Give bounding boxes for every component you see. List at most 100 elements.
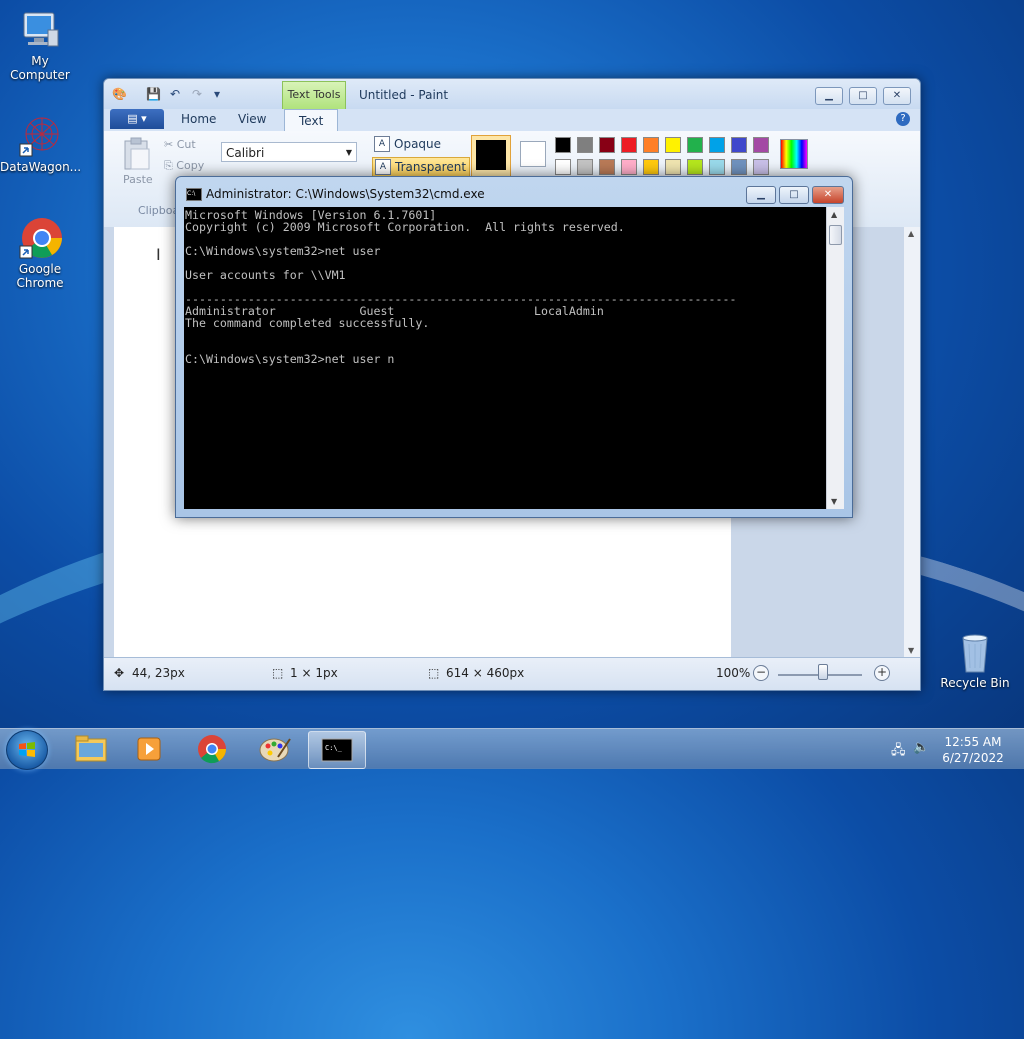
customize-quick-access-icon[interactable]: ▾	[210, 87, 224, 101]
zoom-in-button[interactable]: +	[874, 665, 890, 681]
cmd-app-icon[interactable]: C:\	[186, 188, 202, 201]
undo-icon[interactable]: ↶	[168, 87, 182, 101]
zoom-slider-thumb[interactable]	[818, 664, 828, 680]
color-swatch[interactable]	[621, 137, 637, 153]
scroll-down-icon[interactable]: ▼	[831, 497, 837, 506]
scroll-up-icon[interactable]: ▲	[831, 210, 837, 219]
clock-date: 6/27/2022	[942, 751, 1004, 765]
cmd-minimize-button[interactable]: ▁	[746, 186, 776, 204]
color-swatch[interactable]	[599, 137, 615, 153]
status-bar: ✥ 44, 23px ⬚ 1 × 1px ⬚ 614 × 460px 100% …	[104, 657, 920, 690]
copy-button[interactable]: ⎘ Copy	[164, 159, 204, 173]
minimize-button[interactable]: ▁	[815, 87, 843, 105]
console-output[interactable]: Microsoft Windows [Version 6.1.7601] Cop…	[184, 207, 826, 509]
network-icon[interactable]: 🖧	[891, 741, 906, 763]
taskbar-media-player[interactable]	[122, 731, 178, 767]
start-button[interactable]	[6, 730, 48, 770]
cmd-title: Administrator: C:\Windows\System32\cmd.e…	[206, 187, 485, 201]
cmd-window[interactable]: C:\ Administrator: C:\Windows\System32\c…	[175, 176, 853, 518]
color-swatch[interactable]	[599, 159, 615, 175]
redo-icon[interactable]: ↷	[190, 87, 204, 101]
cmd-close-button[interactable]: ✕	[812, 186, 844, 204]
maximize-button[interactable]: □	[849, 87, 877, 105]
color-swatch[interactable]	[687, 137, 703, 153]
color-swatch[interactable]	[753, 137, 769, 153]
paint-title-bar[interactable]: 🎨 💾 ↶ ↷ ▾ Text Tools Untitled - Paint ▁ …	[104, 79, 920, 110]
taskbar-chrome[interactable]	[184, 731, 240, 767]
transparent-label: Transparent	[395, 160, 467, 174]
desktop-icon-google-chrome[interactable]: Google Chrome	[0, 216, 80, 290]
paste-button[interactable]: Paste	[123, 173, 153, 186]
scroll-up-icon[interactable]: ▲	[908, 229, 914, 238]
windows-logo-icon	[19, 742, 35, 757]
color-swatch[interactable]	[555, 137, 571, 153]
taskbar-explorer[interactable]	[62, 731, 118, 767]
color2-selector[interactable]	[520, 141, 546, 167]
cmd-icon: C:\_	[321, 738, 353, 762]
desktop-icon-label: Recycle Bin	[940, 676, 1010, 690]
opaque-icon: A	[374, 136, 390, 152]
folder-icon	[75, 735, 107, 762]
color-swatch[interactable]	[665, 159, 681, 175]
cut-button[interactable]: ✂ Cut	[164, 138, 196, 151]
close-button[interactable]: ✕	[883, 87, 911, 105]
font-family-select[interactable]: Calibri ▼	[221, 142, 357, 162]
scroll-down-icon[interactable]: ▼	[908, 646, 914, 655]
desktop-icon-my-computer[interactable]: My Computer	[0, 8, 80, 82]
tab-home[interactable]: Home	[181, 112, 216, 126]
system-clock[interactable]: 12:55 AM 6/27/2022	[935, 734, 1011, 766]
svg-text:C:\_: C:\_	[325, 744, 343, 752]
copy-label: Copy	[176, 159, 205, 172]
tab-text[interactable]: Text	[284, 109, 339, 132]
transparent-option[interactable]: A Transparent	[372, 157, 471, 177]
color-swatch[interactable]	[643, 137, 659, 153]
color1-swatch	[476, 140, 506, 170]
font-family-value: Calibri	[226, 146, 265, 160]
console-text: Microsoft Windows [Version 6.1.7601] Cop…	[185, 208, 737, 366]
clipboard-group-label: Clipboa	[138, 204, 180, 217]
desktop-icon-datawagon[interactable]: DataWagon...	[0, 114, 81, 174]
tab-view[interactable]: View	[238, 112, 266, 126]
move-icon: ✥	[114, 666, 125, 680]
color-swatch[interactable]	[665, 137, 681, 153]
desktop-icon-label: Google Chrome	[16, 262, 64, 290]
ribbon-tab-bar: ▤ ▾ Home View Text ?	[104, 109, 920, 132]
color-swatch[interactable]	[753, 159, 769, 175]
color-swatch[interactable]	[731, 137, 747, 153]
edit-colors-icon[interactable]	[780, 139, 808, 169]
console-scrollbar[interactable]: ▲ ▼	[826, 207, 844, 509]
color-swatch[interactable]	[709, 159, 725, 175]
paste-icon[interactable]	[122, 137, 152, 171]
opaque-option[interactable]: A Opaque	[372, 135, 444, 153]
cursor-position: 44, 23px	[132, 666, 185, 680]
desktop-icon-recycle-bin[interactable]: Recycle Bin	[935, 630, 1015, 690]
recycle-bin-icon	[953, 630, 997, 674]
canvas-vertical-scrollbar[interactable]: ▲ ▼	[904, 227, 920, 657]
color-swatch[interactable]	[555, 159, 571, 175]
scrollbar-thumb[interactable]	[829, 225, 842, 245]
color-swatch[interactable]	[577, 137, 593, 153]
color-swatch[interactable]	[577, 159, 593, 175]
zoom-out-button[interactable]: −	[753, 665, 769, 681]
selection-size: 1 × 1px	[290, 666, 338, 680]
color-swatch[interactable]	[621, 159, 637, 175]
cmd-maximize-button[interactable]: □	[779, 186, 809, 204]
cut-label: Cut	[176, 138, 196, 151]
color-swatch[interactable]	[643, 159, 659, 175]
color-swatch[interactable]	[731, 159, 747, 175]
save-icon[interactable]: 💾	[146, 87, 161, 101]
color-swatch[interactable]	[687, 159, 703, 175]
paint-app-icon[interactable]: 🎨	[112, 87, 127, 101]
taskbar-paint[interactable]	[246, 731, 302, 767]
taskbar-cmd[interactable]: C:\_	[308, 731, 366, 769]
color-swatch[interactable]	[709, 137, 725, 153]
taskbar: C:\_ 🖧 🔈 12:55 AM 6/27/2022	[0, 728, 1024, 770]
paint-palette-icon	[259, 738, 291, 762]
zoom-level: 100%	[716, 666, 751, 680]
volume-icon[interactable]: 🔈	[913, 740, 929, 755]
color1-selector[interactable]	[471, 135, 511, 177]
paint-menu-button[interactable]: ▤ ▾	[110, 109, 164, 129]
help-icon[interactable]: ?	[896, 112, 910, 126]
datawagon-icon	[18, 114, 62, 158]
clock-time: 12:55 AM	[944, 735, 1002, 749]
